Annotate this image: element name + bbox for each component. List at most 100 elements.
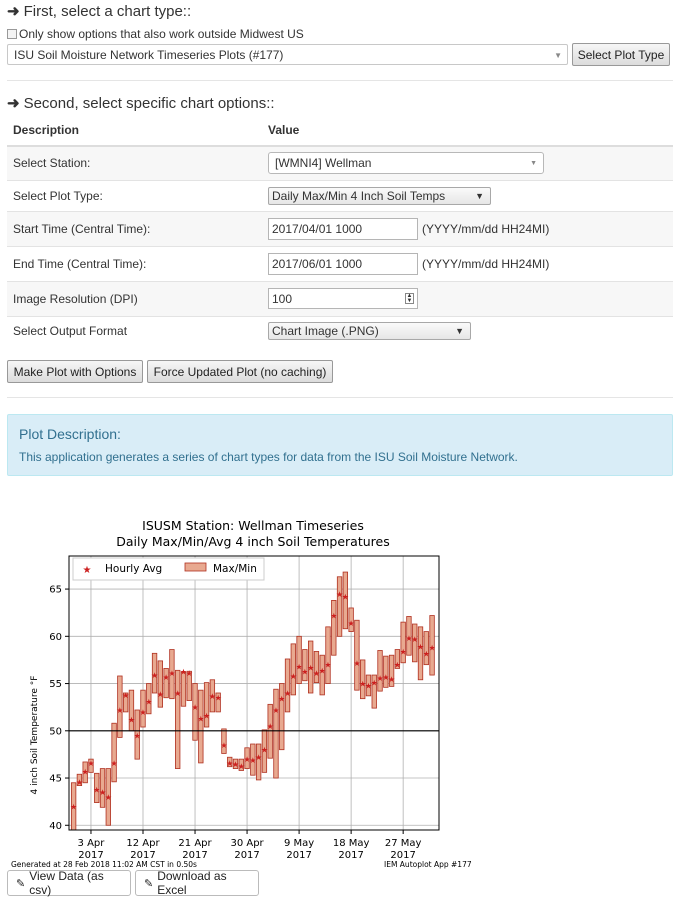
chart-type-select[interactable]: ISU Soil Moisture Network Timeseries Plo… xyxy=(7,44,568,65)
avg-marker: ★ xyxy=(220,741,227,750)
x-tick-year: 2017 xyxy=(338,850,363,861)
maxmin-bar xyxy=(198,689,204,764)
step1-heading: ➜ First, select a chart type:: xyxy=(7,2,191,20)
output-format-select[interactable]: Chart Image (.PNG) ▼ xyxy=(268,322,471,341)
arrow-right-icon: ➜ xyxy=(7,95,20,112)
value-header: Value xyxy=(262,115,673,147)
dpi-input[interactable]: 100 ▲ ▼ xyxy=(268,288,418,309)
avg-marker: ★ xyxy=(139,708,146,717)
plot-description-title: Plot Description: xyxy=(19,426,121,442)
chevron-down-icon: ▼ xyxy=(554,51,562,60)
y-tick-label: 50 xyxy=(49,726,62,737)
description-header: Description xyxy=(7,115,262,147)
avg-marker: ★ xyxy=(76,778,83,787)
bars xyxy=(69,571,439,831)
avg-marker: ★ xyxy=(261,746,268,755)
avg-marker: ★ xyxy=(203,712,210,721)
dpi-value: 100 xyxy=(272,291,293,306)
plot-type-value: Daily Max/Min 4 Inch Soil Temps xyxy=(272,188,446,203)
midwest-checkbox[interactable] xyxy=(7,29,17,39)
avg-marker: ★ xyxy=(400,647,407,656)
avg-marker: ★ xyxy=(290,672,297,681)
avg-marker: ★ xyxy=(272,706,279,715)
chart-subtitle: Daily Max/Min/Avg 4 inch Soil Temperatur… xyxy=(116,534,389,549)
divider xyxy=(7,397,673,398)
x-tick-label: 27 May xyxy=(385,838,422,849)
start-time-input[interactable]: 2017/04/01 1000 xyxy=(268,217,418,240)
view-data-button[interactable]: ✎ View Data (as csv) xyxy=(7,869,131,897)
avg-marker: ★ xyxy=(168,669,175,678)
avg-marker: ★ xyxy=(342,593,349,602)
x-tick-label: 3 Apr xyxy=(78,838,106,849)
step1-title: First, select a chart type:: xyxy=(23,3,192,20)
avg-marker: ★ xyxy=(174,689,181,698)
dpi-label: Image Resolution (DPI) xyxy=(7,280,262,316)
plot-description-text: This application generates a series of c… xyxy=(19,450,518,464)
x-tick-label: 9 May xyxy=(284,838,314,849)
start-time-hint: (YYYY/mm/dd HH24MI) xyxy=(422,221,550,236)
plot-type-select[interactable]: Daily Max/Min 4 Inch Soil Temps ▼ xyxy=(268,186,491,205)
avg-marker: ★ xyxy=(324,661,331,670)
download-excel-button[interactable]: ✎ Download as Excel xyxy=(135,869,259,897)
y-tick-label: 65 xyxy=(49,585,62,596)
end-time-input[interactable]: 2017/06/01 1000 xyxy=(268,252,418,275)
x-tick-year: 2017 xyxy=(286,850,311,861)
arrow-right-icon: ➜ xyxy=(7,3,20,20)
avg-marker: ★ xyxy=(128,715,135,724)
view-data-label: View Data (as csv) xyxy=(29,869,104,897)
chart-title: ISUSM Station: Wellman Timeseries xyxy=(142,518,364,533)
pencil-icon: ✎ xyxy=(16,877,26,890)
maxmin-bar xyxy=(296,635,302,684)
avg-marker: ★ xyxy=(111,759,118,768)
plot-type-label: Select Plot Type: xyxy=(7,179,262,211)
y-tick-label: 45 xyxy=(49,774,62,785)
maxmin-bar xyxy=(325,626,331,684)
maxmin-bar xyxy=(336,576,343,637)
app-note: IEM Autoplot App #177 xyxy=(384,860,472,869)
output-format-value: Chart Image (.PNG) xyxy=(272,324,379,339)
x-tick-label: 12 Apr xyxy=(126,838,160,849)
avg-marker: ★ xyxy=(191,703,198,712)
avg-marker: ★ xyxy=(105,793,112,802)
end-time-hint: (YYYY/mm/dd HH24MI) xyxy=(422,256,550,271)
generated-note: Generated at 28 Feb 2018 11:02 AM CST in… xyxy=(11,860,197,869)
dropdown-arrow-icon: ▼ xyxy=(475,190,484,201)
force-update-button[interactable]: Force Updated Plot (no caching) xyxy=(147,360,333,383)
avg-marker: ★ xyxy=(145,698,152,707)
avg-marker: ★ xyxy=(394,661,401,670)
maxmin-bar xyxy=(284,658,291,713)
avg-marker: ★ xyxy=(82,767,89,776)
avg-marker: ★ xyxy=(134,732,141,741)
y-tick-label: 55 xyxy=(49,679,62,690)
x-tick-label: 21 Apr xyxy=(178,838,212,849)
options-table: Description Value Select Station: [WMNI4… xyxy=(7,115,673,346)
y-tick-label: 40 xyxy=(49,821,62,832)
select-plot-type-button[interactable]: Select Plot Type xyxy=(572,43,670,66)
maxmin-bar xyxy=(111,722,117,783)
avg-marker: ★ xyxy=(348,619,355,628)
avg-marker: ★ xyxy=(70,802,77,811)
download-excel-label: Download as Excel xyxy=(157,869,227,897)
spinner-arrows-icon[interactable]: ▲ ▼ xyxy=(405,293,414,304)
x-tick-label: 30 Apr xyxy=(230,838,264,849)
step2-heading: ➜ Second, select specific chart options:: xyxy=(7,94,275,112)
station-select[interactable]: [WMNI4] Wellman ▼ xyxy=(268,152,544,175)
plot-description-panel: Plot Description: This application gener… xyxy=(7,414,673,476)
make-plot-button[interactable]: Make Plot with Options xyxy=(7,360,143,383)
divider xyxy=(7,80,673,81)
x-tick-year: 2017 xyxy=(234,850,259,861)
chevron-down-icon: ▼ xyxy=(530,159,537,167)
output-format-label: Select Output Format xyxy=(7,315,262,346)
avg-marker: ★ xyxy=(151,671,158,680)
avg-marker: ★ xyxy=(330,612,337,621)
station-label: Select Station: xyxy=(7,145,262,180)
x-tick-label: 18 May xyxy=(333,838,370,849)
maxmin-bar xyxy=(175,669,181,769)
avg-marker: ★ xyxy=(186,669,193,678)
chart-image: ISUSM Station: Wellman Timeseries Daily … xyxy=(11,518,472,869)
legend-maxmin-swatch xyxy=(184,562,207,572)
legend: ★ Hourly Avg Max/Min xyxy=(72,557,265,581)
y-axis-label: 4 inch Soil Temperature °F xyxy=(30,676,40,795)
midwest-filter[interactable]: Only show options that also work outside… xyxy=(7,27,304,41)
end-time-label: End Time (Central Time): xyxy=(7,245,262,281)
